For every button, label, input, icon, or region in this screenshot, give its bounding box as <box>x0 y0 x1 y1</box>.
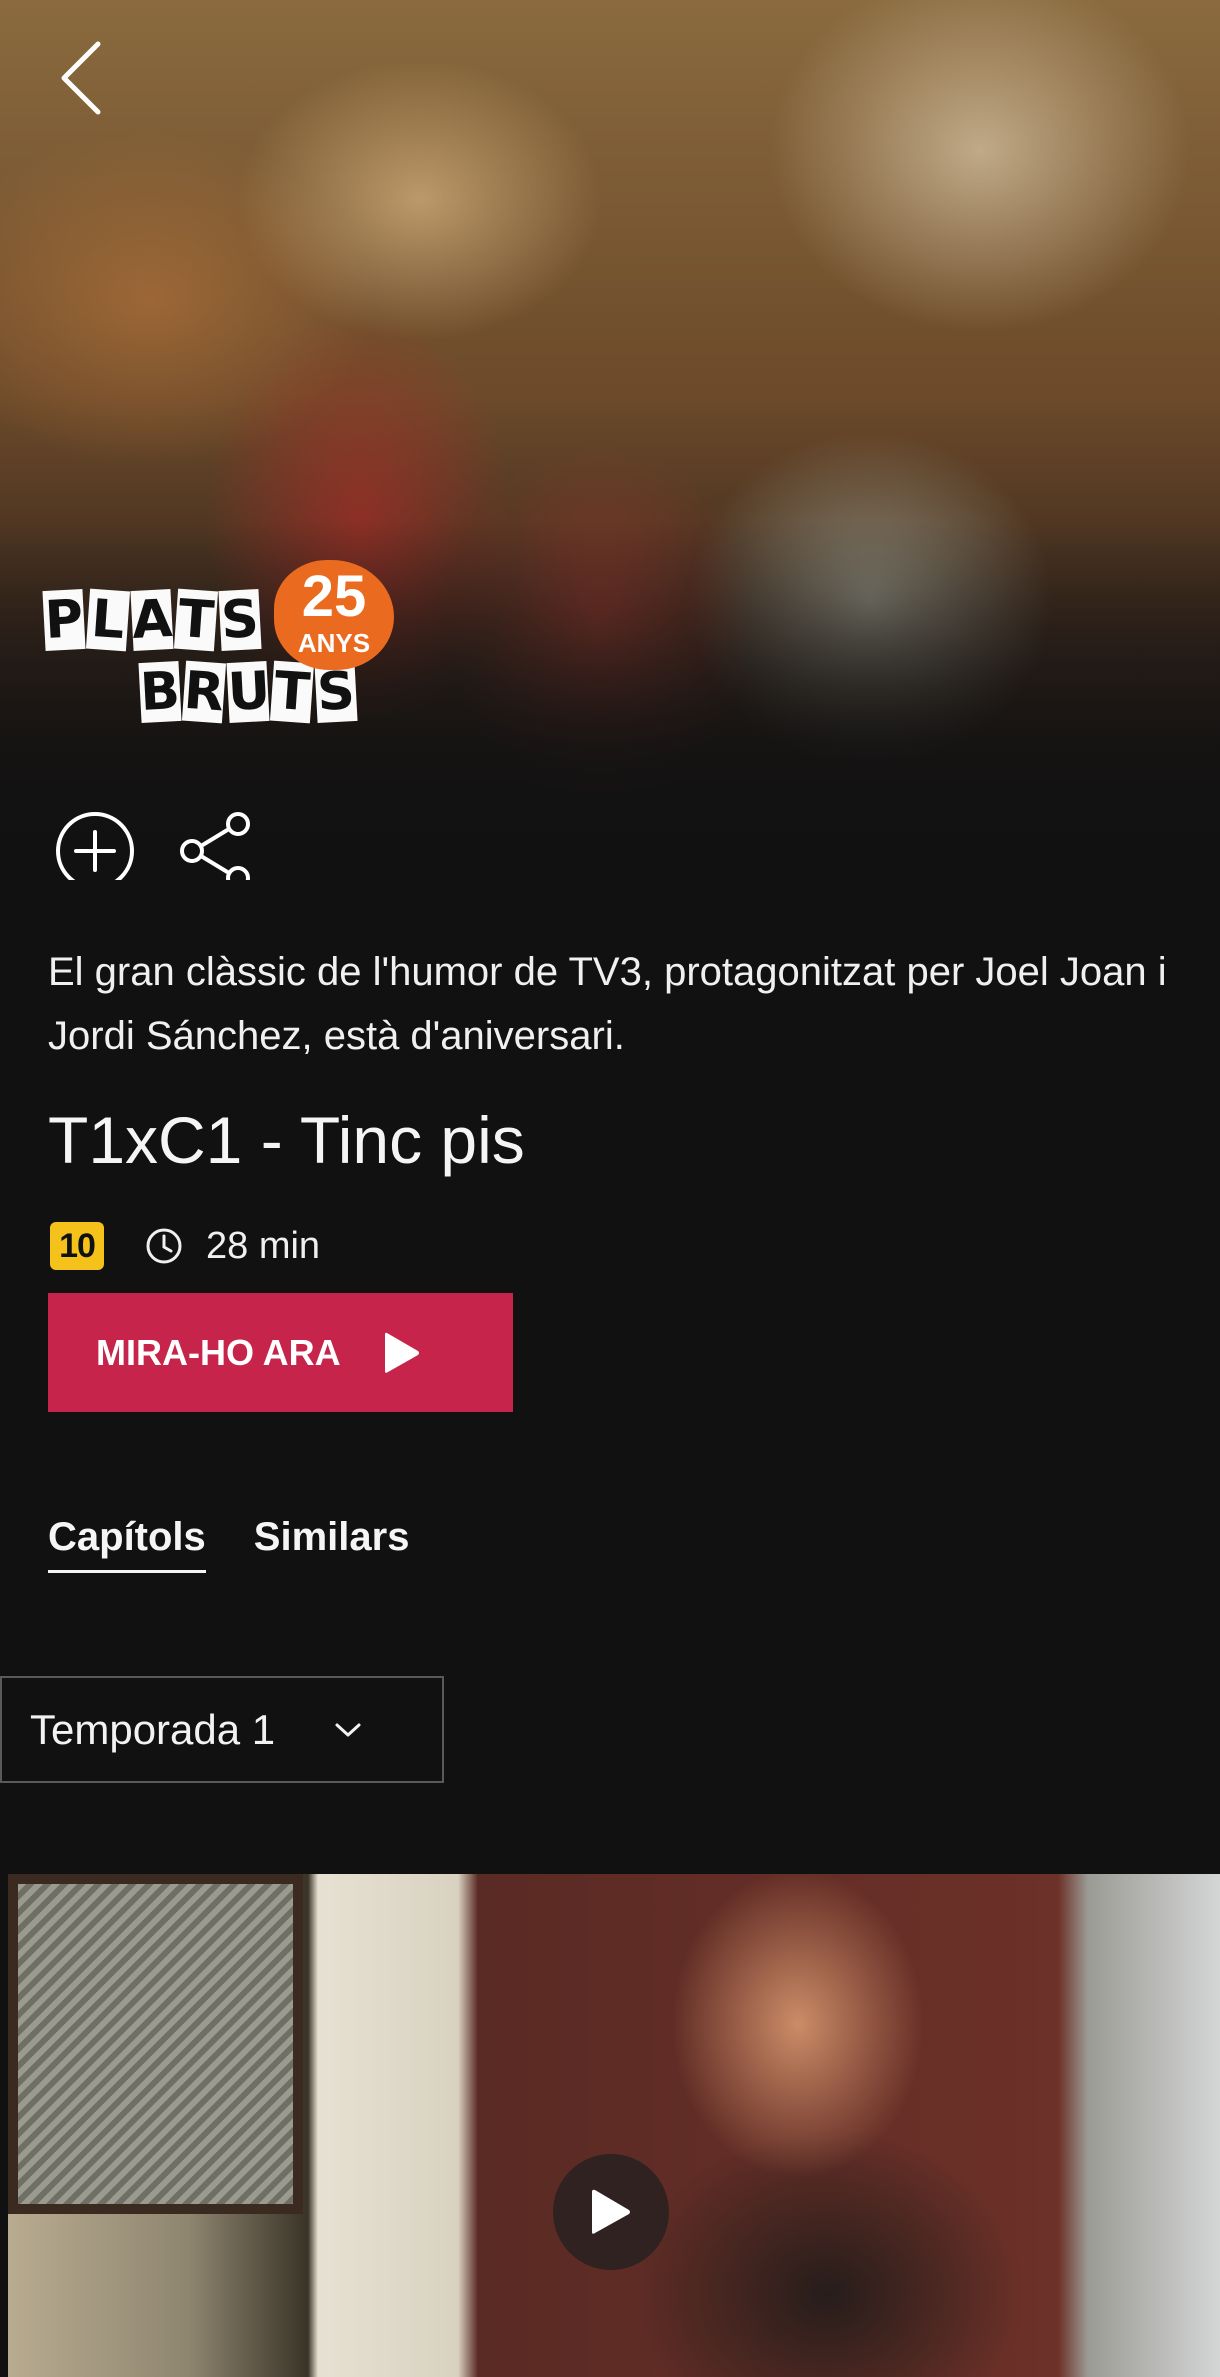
season-select[interactable]: Temporada 1 <box>0 1676 444 1783</box>
back-button[interactable] <box>50 38 110 118</box>
episode-thumbnail[interactable] <box>8 1874 1220 2377</box>
episode-meta: 10 28 min <box>50 1218 320 1274</box>
add-to-list-button[interactable] <box>52 808 138 880</box>
duration: 28 min <box>206 1224 321 1267</box>
logo-word-plats: P L A T S <box>42 588 262 652</box>
season-select-value: Temporada 1 <box>30 1705 276 1753</box>
hero-image: P L A T S B R U T S 25 ANYS <box>0 0 1220 880</box>
chevron-down-icon <box>333 1721 363 1739</box>
tab-similars[interactable]: Similars <box>254 1515 410 1573</box>
show-logo: P L A T S B R U T S 25 ANYS <box>42 560 404 740</box>
tab-capitols[interactable]: Capítols <box>48 1515 206 1573</box>
thumbnail-play-button[interactable] <box>553 2154 669 2270</box>
chevron-left-icon <box>61 41 101 115</box>
watch-now-label: MIRA-HO ARA <box>96 1331 341 1373</box>
episode-title: T1xC1 - Tinc pis <box>48 1103 525 1177</box>
thumbnail-painting <box>8 1874 303 2214</box>
age-rating-badge: 10 <box>50 1222 104 1270</box>
program-description: El gran clàssic de l'humor de TV3, prota… <box>48 950 1167 1058</box>
share-icon <box>180 812 250 880</box>
share-button[interactable] <box>174 808 260 880</box>
anniversary-badge: 25 ANYS <box>274 560 394 670</box>
content-tabs: Capítols Similars <box>48 1515 409 1573</box>
watch-now-button[interactable]: MIRA-HO ARA <box>48 1293 513 1412</box>
play-icon <box>383 1330 421 1376</box>
logo-word-bruts: B R U T S <box>138 660 358 724</box>
plus-circle-icon <box>56 812 134 880</box>
play-icon <box>592 2189 630 2234</box>
clock-icon <box>144 1226 184 1266</box>
